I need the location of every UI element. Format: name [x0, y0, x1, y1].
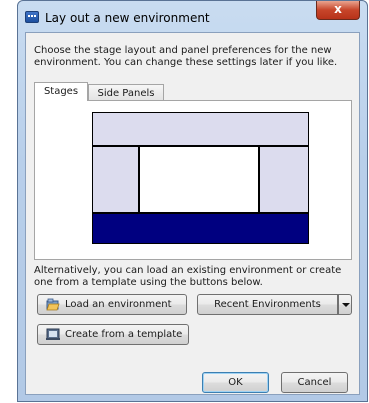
close-button[interactable]: x — [316, 1, 360, 20]
close-icon: x — [334, 2, 342, 16]
folder-open-icon — [46, 298, 60, 311]
alternative-text: Alternatively, you can load an existing … — [34, 265, 342, 288]
recent-environments-button[interactable]: Recent Environments — [197, 294, 338, 315]
main-stage-zone[interactable] — [140, 147, 258, 212]
dialog-window: Lay out a new environment x Choose the s… — [17, 0, 368, 402]
tab-label: Stages — [43, 86, 79, 97]
create-from-template-button[interactable]: Create from a template — [37, 324, 189, 345]
tab-side-panels[interactable]: Side Panels — [88, 84, 164, 101]
intro-text: Choose the stage layout and panel prefer… — [34, 45, 338, 68]
title-bar[interactable]: Lay out a new environment x — [18, 1, 367, 33]
window-title: Lay out a new environment — [45, 11, 210, 25]
top-panel-zone[interactable] — [93, 113, 308, 145]
load-button-label: Load an environment — [65, 299, 172, 310]
ok-button-label: OK — [228, 377, 243, 388]
ok-button[interactable]: OK — [202, 372, 269, 393]
app-icon — [25, 11, 39, 23]
stages-tab-panel — [34, 100, 352, 260]
chevron-down-icon — [342, 303, 350, 307]
cancel-button[interactable]: Cancel — [281, 372, 348, 393]
recent-environments-dropdown[interactable] — [338, 294, 352, 315]
right-panel-zone[interactable] — [260, 147, 308, 212]
left-panel-zone[interactable] — [93, 147, 138, 212]
load-environment-button[interactable]: Load an environment — [37, 294, 187, 315]
template-icon — [46, 328, 60, 340]
tab-stages[interactable]: Stages — [34, 82, 88, 101]
bottom-panel-zone[interactable] — [93, 214, 308, 243]
template-button-label: Create from a template — [65, 329, 183, 340]
dialog-body: Choose the stage layout and panel prefer… — [25, 32, 360, 395]
tab-label: Side Panels — [97, 88, 155, 99]
cancel-button-label: Cancel — [297, 377, 332, 388]
recent-button-label: Recent Environments — [214, 299, 321, 310]
stage-layout-preview[interactable] — [92, 112, 309, 244]
